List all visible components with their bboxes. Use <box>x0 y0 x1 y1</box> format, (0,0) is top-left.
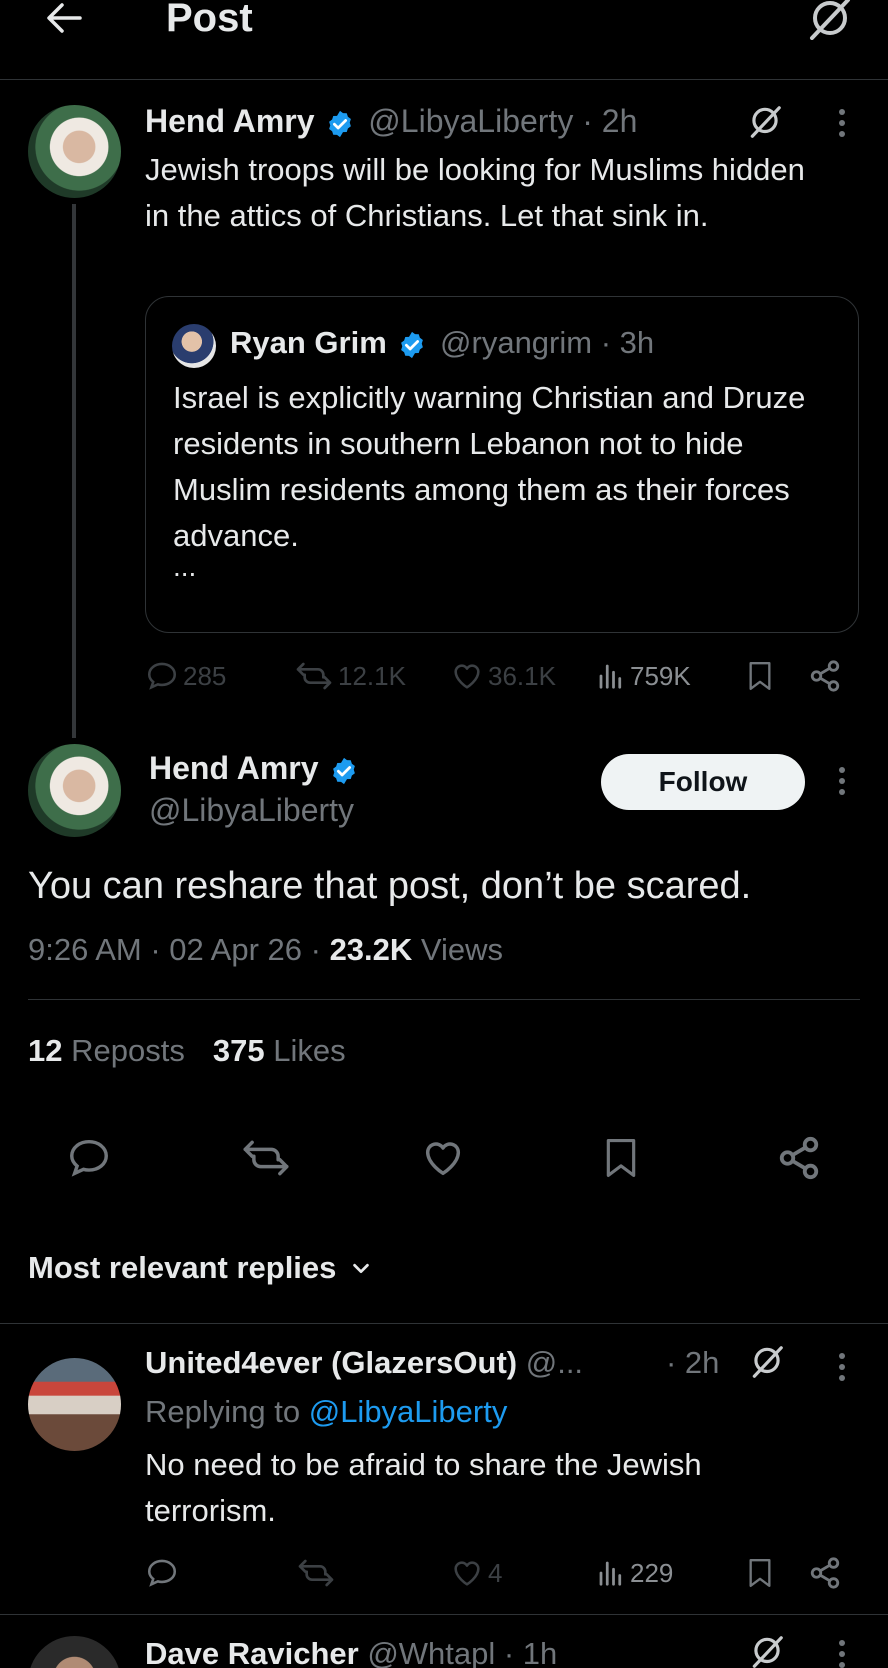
more-options-icon[interactable] <box>832 1640 852 1668</box>
more-options-icon[interactable] <box>832 106 852 140</box>
like-button[interactable]: 36.1K <box>450 656 556 696</box>
views-count: 759K <box>630 660 691 691</box>
quote-more: ... <box>173 551 197 582</box>
reply-icon <box>147 662 177 690</box>
back-arrow-icon[interactable] <box>44 0 86 36</box>
author-name[interactable]: Hend Amry <box>145 103 315 139</box>
author-name[interactable]: United4ever (GlazersOut) <box>145 1345 517 1380</box>
avatar[interactable] <box>28 1358 121 1451</box>
views-count: 23.2K <box>329 932 413 967</box>
repost-button[interactable]: 12.1K <box>294 656 406 696</box>
header-divider <box>0 79 888 80</box>
reply-time: · 2h <box>666 1345 720 1380</box>
verified-badge-icon <box>329 110 352 137</box>
author-name[interactable]: Hend Amry <box>149 750 319 786</box>
author-handle-time: @Whtapl · 1h <box>367 1636 558 1668</box>
author-handle[interactable]: @LibyaLiberty <box>149 790 354 830</box>
repost-button[interactable] <box>296 1553 340 1593</box>
divider <box>0 1614 888 1615</box>
quote-text: Israel is explicitly warning Christian a… <box>173 380 806 553</box>
replying-prefix: Replying to <box>145 1394 309 1429</box>
divider <box>0 1323 888 1324</box>
replies-sort-dropdown[interactable]: Most relevant replies <box>28 1248 372 1288</box>
post-text: Jewish troops will be looking for Muslim… <box>145 152 805 233</box>
bookmark-icon[interactable] <box>746 1553 776 1593</box>
verified-badge-icon <box>333 757 356 784</box>
repost-count: 12.1K <box>338 660 406 691</box>
main-author-row: Hend Amry <box>149 748 359 788</box>
avatar <box>172 324 216 368</box>
likes-label: Likes <box>273 1033 346 1068</box>
engagement-stats: 12 Reposts 375 Likes <box>28 1030 346 1072</box>
post-header: Hend Amry @LibyaLiberty · 2h <box>145 102 637 140</box>
reposts-count: 12 <box>28 1033 63 1068</box>
reply-button[interactable] <box>145 1553 183 1593</box>
divider <box>28 999 860 1000</box>
chevron-down-icon <box>353 1263 370 1274</box>
heart-icon <box>454 1561 480 1586</box>
more-options-icon[interactable] <box>832 764 852 798</box>
grok-icon[interactable] <box>748 1632 788 1668</box>
reply-button[interactable]: 285 <box>145 656 226 696</box>
grok-icon[interactable] <box>746 102 786 142</box>
heart-icon <box>425 1142 461 1176</box>
author-name[interactable]: Dave Ravicher <box>145 1636 359 1668</box>
repost-icon <box>298 1559 334 1587</box>
bookmark-icon <box>606 1139 636 1177</box>
reply-icon <box>147 1559 177 1587</box>
reposts-label: Reposts <box>71 1033 185 1068</box>
like-count: 4 <box>488 1557 503 1588</box>
quote-header: Ryan Grim @ryangrim · 3h <box>230 323 654 363</box>
page-title: Post <box>166 0 253 40</box>
reply-header: Dave Ravicher @Whtapl · 1h <box>145 1634 557 1668</box>
quoted-post-card[interactable]: Ryan Grim @ryangrim · 3h Israel is expli… <box>145 296 859 633</box>
repost-icon <box>243 1140 289 1176</box>
like-button[interactable]: 4 <box>450 1553 502 1593</box>
reply-icon <box>70 1139 108 1177</box>
share-icon[interactable] <box>808 656 844 696</box>
like-button[interactable] <box>420 1134 468 1182</box>
likes-count: 375 <box>212 1033 265 1068</box>
author-handle-time: @LibyaLiberty · 2h <box>368 103 638 139</box>
verified-badge-icon <box>401 331 424 358</box>
quote-handle-time: @ryangrim · 3h <box>440 325 655 360</box>
reposts-link[interactable]: 12 Reposts <box>28 1033 185 1068</box>
reply-button[interactable] <box>66 1134 114 1182</box>
replying-handle-link[interactable]: @LibyaLiberty <box>309 1394 508 1429</box>
follow-button[interactable]: Follow <box>601 754 805 810</box>
grok-icon[interactable] <box>748 1342 788 1382</box>
views-button[interactable]: 229 <box>596 1553 673 1593</box>
reply-count: 285 <box>183 660 227 691</box>
avatar[interactable] <box>28 1636 121 1668</box>
main-post-text: You can reshare that post, don’t be scar… <box>28 865 752 907</box>
grok-icon[interactable] <box>806 0 856 40</box>
views-button[interactable]: 759K <box>596 656 691 696</box>
views-icon <box>599 664 622 689</box>
views-count: 229 <box>630 1557 674 1588</box>
views-label: Views <box>412 932 504 967</box>
repost-button[interactable] <box>240 1134 292 1182</box>
more-options-icon[interactable] <box>832 1350 852 1384</box>
avatar[interactable] <box>28 744 121 837</box>
reply-text: No need to be afraid to share the Jewish… <box>145 1447 702 1528</box>
author-handle: @... <box>525 1345 584 1380</box>
bookmark-icon[interactable] <box>746 656 776 696</box>
like-count: 36.1K <box>488 660 556 691</box>
share-icon <box>779 1136 819 1180</box>
time-date: 9:26 AM · 02 Apr 26 · <box>28 932 330 967</box>
share-icon[interactable] <box>808 1553 844 1593</box>
views-icon <box>599 1561 622 1586</box>
quote-author-name: Ryan Grim <box>230 325 387 360</box>
replies-sort-label: Most relevant replies <box>28 1250 337 1285</box>
likes-link[interactable]: 375 Likes <box>213 1033 346 1068</box>
post-timestamp: 9:26 AM · 02 Apr 26 · 23.2K Views <box>28 929 503 971</box>
reply-header: United4ever (GlazersOut) @... <box>145 1343 583 1383</box>
avatar[interactable] <box>28 105 121 198</box>
heart-icon <box>454 664 480 689</box>
share-button[interactable] <box>776 1134 824 1182</box>
bookmark-button[interactable] <box>602 1134 642 1182</box>
thread-line <box>72 204 76 738</box>
replying-to: Replying to @LibyaLiberty <box>145 1391 507 1433</box>
repost-icon <box>296 662 332 690</box>
